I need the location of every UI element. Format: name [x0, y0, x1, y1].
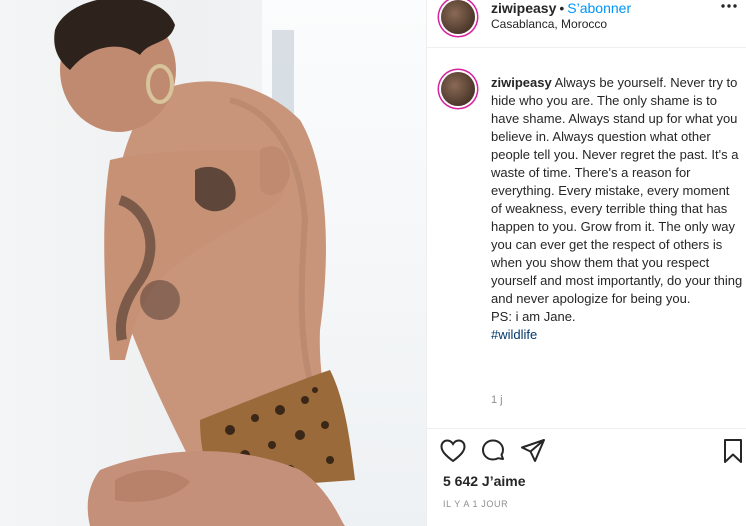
caption-author-avatar[interactable]: [441, 72, 475, 106]
follow-button[interactable]: S’abonner: [567, 0, 631, 16]
caption-comment: ziwipeasy Always be yourself. Never try …: [427, 68, 746, 406]
post-date[interactable]: IL Y A 1 JOUR: [443, 499, 508, 509]
caption-time-ago[interactable]: 1 j: [491, 394, 503, 406]
post-sidebar: ziwipeasy • S’abonner Casablanca, Morocco …: [426, 0, 746, 526]
header-title-line: ziwipeasy • S’abonner: [491, 0, 631, 16]
caption-ps: PS: i am Jane.: [491, 309, 576, 324]
caption-text: Always be yourself. Never try to hide wh…: [491, 75, 743, 306]
heart-icon[interactable]: [439, 437, 467, 465]
author-avatar[interactable]: [441, 0, 475, 34]
post-actions: 5 642 J’aime IL Y A 1 JOUR: [427, 428, 746, 526]
comment-icon[interactable]: [479, 437, 507, 465]
instagram-post: ziwipeasy • S’abonner Casablanca, Morocco …: [0, 0, 746, 526]
hashtag-link[interactable]: #wildlife: [491, 326, 743, 344]
likes-count[interactable]: 5 642 J’aime: [443, 473, 526, 489]
post-photo[interactable]: [0, 0, 426, 526]
caption-username[interactable]: ziwipeasy: [491, 75, 552, 90]
author-username[interactable]: ziwipeasy: [491, 0, 556, 16]
share-icon[interactable]: [519, 437, 547, 465]
header-separator: •: [559, 0, 565, 16]
more-horizontal-icon[interactable]: [719, 0, 739, 18]
photo-subject: [54, 0, 355, 526]
bookmark-icon[interactable]: [719, 437, 746, 465]
caption-body: ziwipeasy Always be yourself. Never try …: [491, 74, 743, 344]
post-location[interactable]: Casablanca, Morocco: [491, 17, 607, 31]
post-header: ziwipeasy • S’abonner Casablanca, Morocco: [427, 0, 746, 48]
